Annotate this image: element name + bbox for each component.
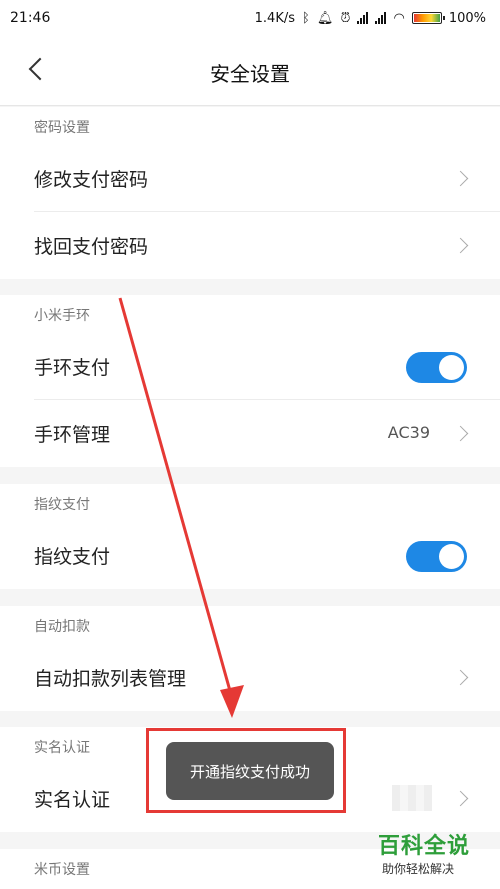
- watermark-subtitle: 助你轻松解决: [382, 862, 455, 876]
- watermark: 百科全说 助你轻松解决: [378, 828, 498, 877]
- arrow-head: [220, 685, 244, 718]
- toast-message: 开通指纹支付成功: [166, 742, 334, 800]
- watermark-title: 百科全说: [378, 834, 471, 859]
- arrow-line: [118, 297, 234, 699]
